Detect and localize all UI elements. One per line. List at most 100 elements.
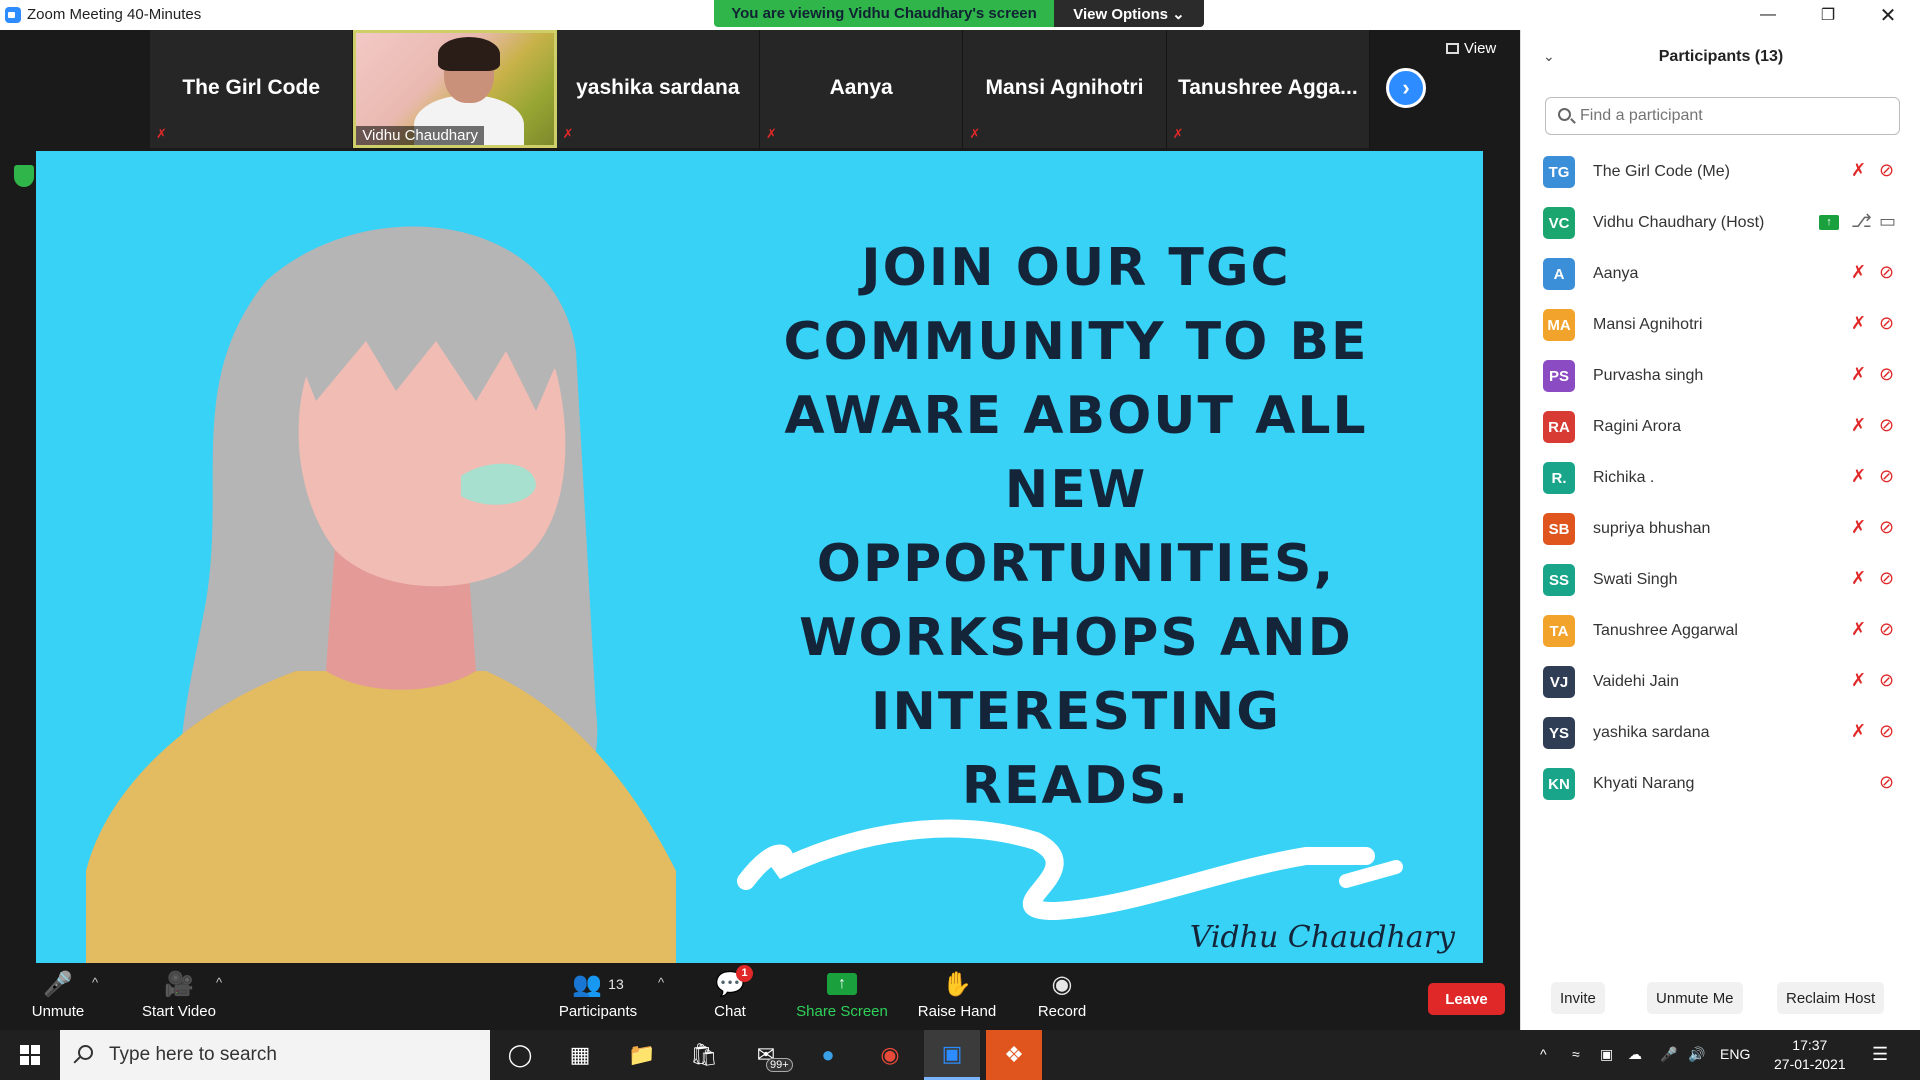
- participant-row[interactable]: VJ Vaidehi Jain ✗ ⊘: [1521, 656, 1920, 707]
- volume-icon[interactable]: 🔊: [1688, 1046, 1705, 1063]
- share-screen-button[interactable]: ↑ Share Screen: [794, 969, 890, 1020]
- video-off-icon[interactable]: ⊘: [1879, 517, 1894, 538]
- view-options-button[interactable]: View Options ⌄: [1054, 0, 1204, 27]
- participant-row[interactable]: MA Mansi Agnihotri ✗ ⊘: [1521, 299, 1920, 350]
- notifications-icon[interactable]: ☰: [1872, 1044, 1888, 1065]
- participant-tile-aanya[interactable]: Aanya ✗: [760, 30, 964, 148]
- record-label: Record: [1037, 1003, 1087, 1020]
- mic-muted-icon[interactable]: ✗: [1851, 466, 1866, 487]
- video-off-icon[interactable]: ⊘: [1879, 568, 1894, 589]
- record-button[interactable]: ◉ Record: [1034, 969, 1090, 1021]
- slide-line: READS.: [961, 756, 1191, 816]
- search-icon: [1558, 108, 1571, 121]
- participant-row[interactable]: TG The Girl Code (Me) ✗ ⊘: [1521, 146, 1920, 197]
- unmute-me-button[interactable]: Unmute Me: [1647, 982, 1743, 1014]
- participant-row[interactable]: SS Swati Singh ✗ ⊘: [1521, 554, 1920, 605]
- unmute-button[interactable]: 🎤 Unmute: [26, 969, 90, 1021]
- video-options-caret-icon[interactable]: ^: [216, 975, 222, 990]
- reclaim-host-button[interactable]: Reclaim Host: [1777, 982, 1885, 1014]
- participants-caret-icon[interactable]: ^: [658, 975, 664, 990]
- next-page-arrow-icon[interactable]: ›: [1386, 68, 1426, 108]
- participants-panel: ⌄ Participants (13) TGThe Girl Code (Me)…: [1520, 30, 1920, 1030]
- security-shield-icon[interactable]: [14, 165, 34, 187]
- participant-tile-mansi-agnihotri[interactable]: Mansi Agnihotri ✗: [963, 30, 1167, 148]
- slack-icon[interactable]: ❖: [986, 1030, 1042, 1080]
- participant-row[interactable]: SB supriya bhushan ✗ ⊘: [1521, 503, 1920, 554]
- mic-muted-icon[interactable]: ✗: [1851, 313, 1866, 334]
- video-on-icon[interactable]: ▭: [1879, 211, 1896, 232]
- participant-row[interactable]: TA Tanushree Aggarwal ✗ ⊘: [1521, 605, 1920, 656]
- participant-row[interactable]: YS yashika sardana ✗ ⊘: [1521, 707, 1920, 758]
- onedrive-icon[interactable]: ☁: [1628, 1046, 1642, 1063]
- mic-muted-icon[interactable]: ✗: [1851, 415, 1866, 436]
- mic-muted-icon[interactable]: ✗: [1851, 670, 1866, 691]
- zoom-taskbar-icon[interactable]: ▣: [924, 1030, 980, 1080]
- mic-muted-icon[interactable]: ✗: [1851, 160, 1866, 181]
- participant-row[interactable]: VC Vidhu Chaudhary (Host) ↑ ⎇ ▭: [1521, 197, 1920, 248]
- video-off-icon[interactable]: ⊘: [1879, 160, 1894, 181]
- leave-button[interactable]: Leave: [1428, 983, 1505, 1015]
- minimize-icon[interactable]: —: [1740, 0, 1796, 30]
- mic-on-icon[interactable]: ⎇: [1851, 211, 1872, 232]
- video-off-icon[interactable]: ⊘: [1879, 262, 1894, 283]
- video-off-icon[interactable]: ⊘: [1879, 364, 1894, 385]
- mic-muted-icon[interactable]: ✗: [1851, 517, 1866, 538]
- avatar: YS: [1543, 717, 1575, 749]
- language-indicator[interactable]: ENG: [1720, 1046, 1750, 1062]
- task-view-icon[interactable]: ▦: [552, 1030, 608, 1080]
- participant-search-field[interactable]: [1545, 97, 1900, 135]
- participant-row[interactable]: PS Purvasha singh ✗ ⊘: [1521, 350, 1920, 401]
- edge-icon[interactable]: ●: [800, 1030, 856, 1080]
- video-off-icon[interactable]: ⊘: [1879, 772, 1894, 793]
- mic-muted-icon[interactable]: ✗: [1851, 568, 1866, 589]
- participant-tile-the-girl-code[interactable]: The Girl Code ✗: [150, 30, 354, 148]
- taskbar-search-box[interactable]: Type here to search: [60, 1030, 490, 1080]
- mic-muted-icon[interactable]: ✗: [1851, 262, 1866, 283]
- avatar: SS: [1543, 564, 1575, 596]
- video-off-icon[interactable]: ⊘: [1879, 670, 1894, 691]
- participants-button[interactable]: 👥 13 Participants: [556, 969, 640, 1021]
- view-button[interactable]: View: [1446, 40, 1496, 57]
- cortana-icon[interactable]: ◯: [492, 1030, 548, 1080]
- chat-button[interactable]: 💬 1 Chat: [706, 965, 754, 1020]
- participant-row[interactable]: RA Ragini Arora ✗ ⊘: [1521, 401, 1920, 452]
- mic-muted-icon[interactable]: ✗: [1851, 619, 1866, 640]
- participant-tile-yashika-sardana[interactable]: yashika sardana ✗: [556, 30, 760, 148]
- mic-muted-icon[interactable]: ✗: [1851, 721, 1866, 742]
- participant-search-input[interactable]: [1580, 105, 1880, 127]
- file-explorer-icon[interactable]: 📁: [614, 1030, 670, 1080]
- store-icon[interactable]: 🛍: [676, 1030, 732, 1080]
- windows-start-icon[interactable]: [0, 1030, 60, 1080]
- start-video-button[interactable]: 🎥 Start Video: [134, 969, 224, 1021]
- video-off-icon[interactable]: ⊘: [1879, 313, 1894, 334]
- chrome-icon[interactable]: ◉: [862, 1030, 918, 1080]
- tray-chevron-icon[interactable]: ^: [1540, 1046, 1547, 1062]
- close-icon[interactable]: ✕: [1860, 0, 1916, 30]
- screen-sharing-icon: ↑: [1819, 215, 1839, 230]
- video-off-icon[interactable]: ⊘: [1879, 466, 1894, 487]
- video-off-icon[interactable]: ⊘: [1879, 721, 1894, 742]
- video-off-icon[interactable]: ⊘: [1879, 415, 1894, 436]
- participant-video-vidhu-chaudhary[interactable]: Vidhu Chaudhary: [353, 30, 557, 148]
- participant-row[interactable]: R. Richika . ✗ ⊘: [1521, 452, 1920, 503]
- record-icon: ◉: [1051, 970, 1073, 998]
- microphone-icon[interactable]: 🎤: [1660, 1046, 1677, 1063]
- participant-name: yashika sardana: [1593, 724, 1710, 741]
- participant-count: 13: [608, 976, 624, 992]
- participant-row[interactable]: A Aanya ✗ ⊘: [1521, 248, 1920, 299]
- taskbar-clock[interactable]: 17:37 27-01-2021: [1774, 1036, 1846, 1074]
- restore-icon[interactable]: ❐: [1800, 0, 1856, 30]
- audio-options-caret-icon[interactable]: ^: [92, 975, 98, 990]
- battery-icon[interactable]: ▣: [1600, 1046, 1613, 1063]
- network-icon[interactable]: ≈: [1572, 1046, 1580, 1062]
- participant-name: The Girl Code (Me): [1593, 163, 1730, 180]
- video-off-icon[interactable]: ⊘: [1879, 619, 1894, 640]
- mail-icon[interactable]: ✉ 99+: [738, 1030, 794, 1080]
- raise-hand-button[interactable]: ✋ Raise Hand: [916, 969, 998, 1021]
- mic-muted-icon: ✗: [1172, 126, 1184, 141]
- mic-muted-icon[interactable]: ✗: [1851, 364, 1866, 385]
- participant-tile-tanushree[interactable]: Tanushree Agga... ✗: [1166, 30, 1370, 148]
- participant-row[interactable]: KN Khyati Narang ⊘: [1521, 758, 1920, 809]
- tile-name: Mansi Agnihotri: [985, 76, 1144, 99]
- invite-button[interactable]: Invite: [1551, 982, 1605, 1014]
